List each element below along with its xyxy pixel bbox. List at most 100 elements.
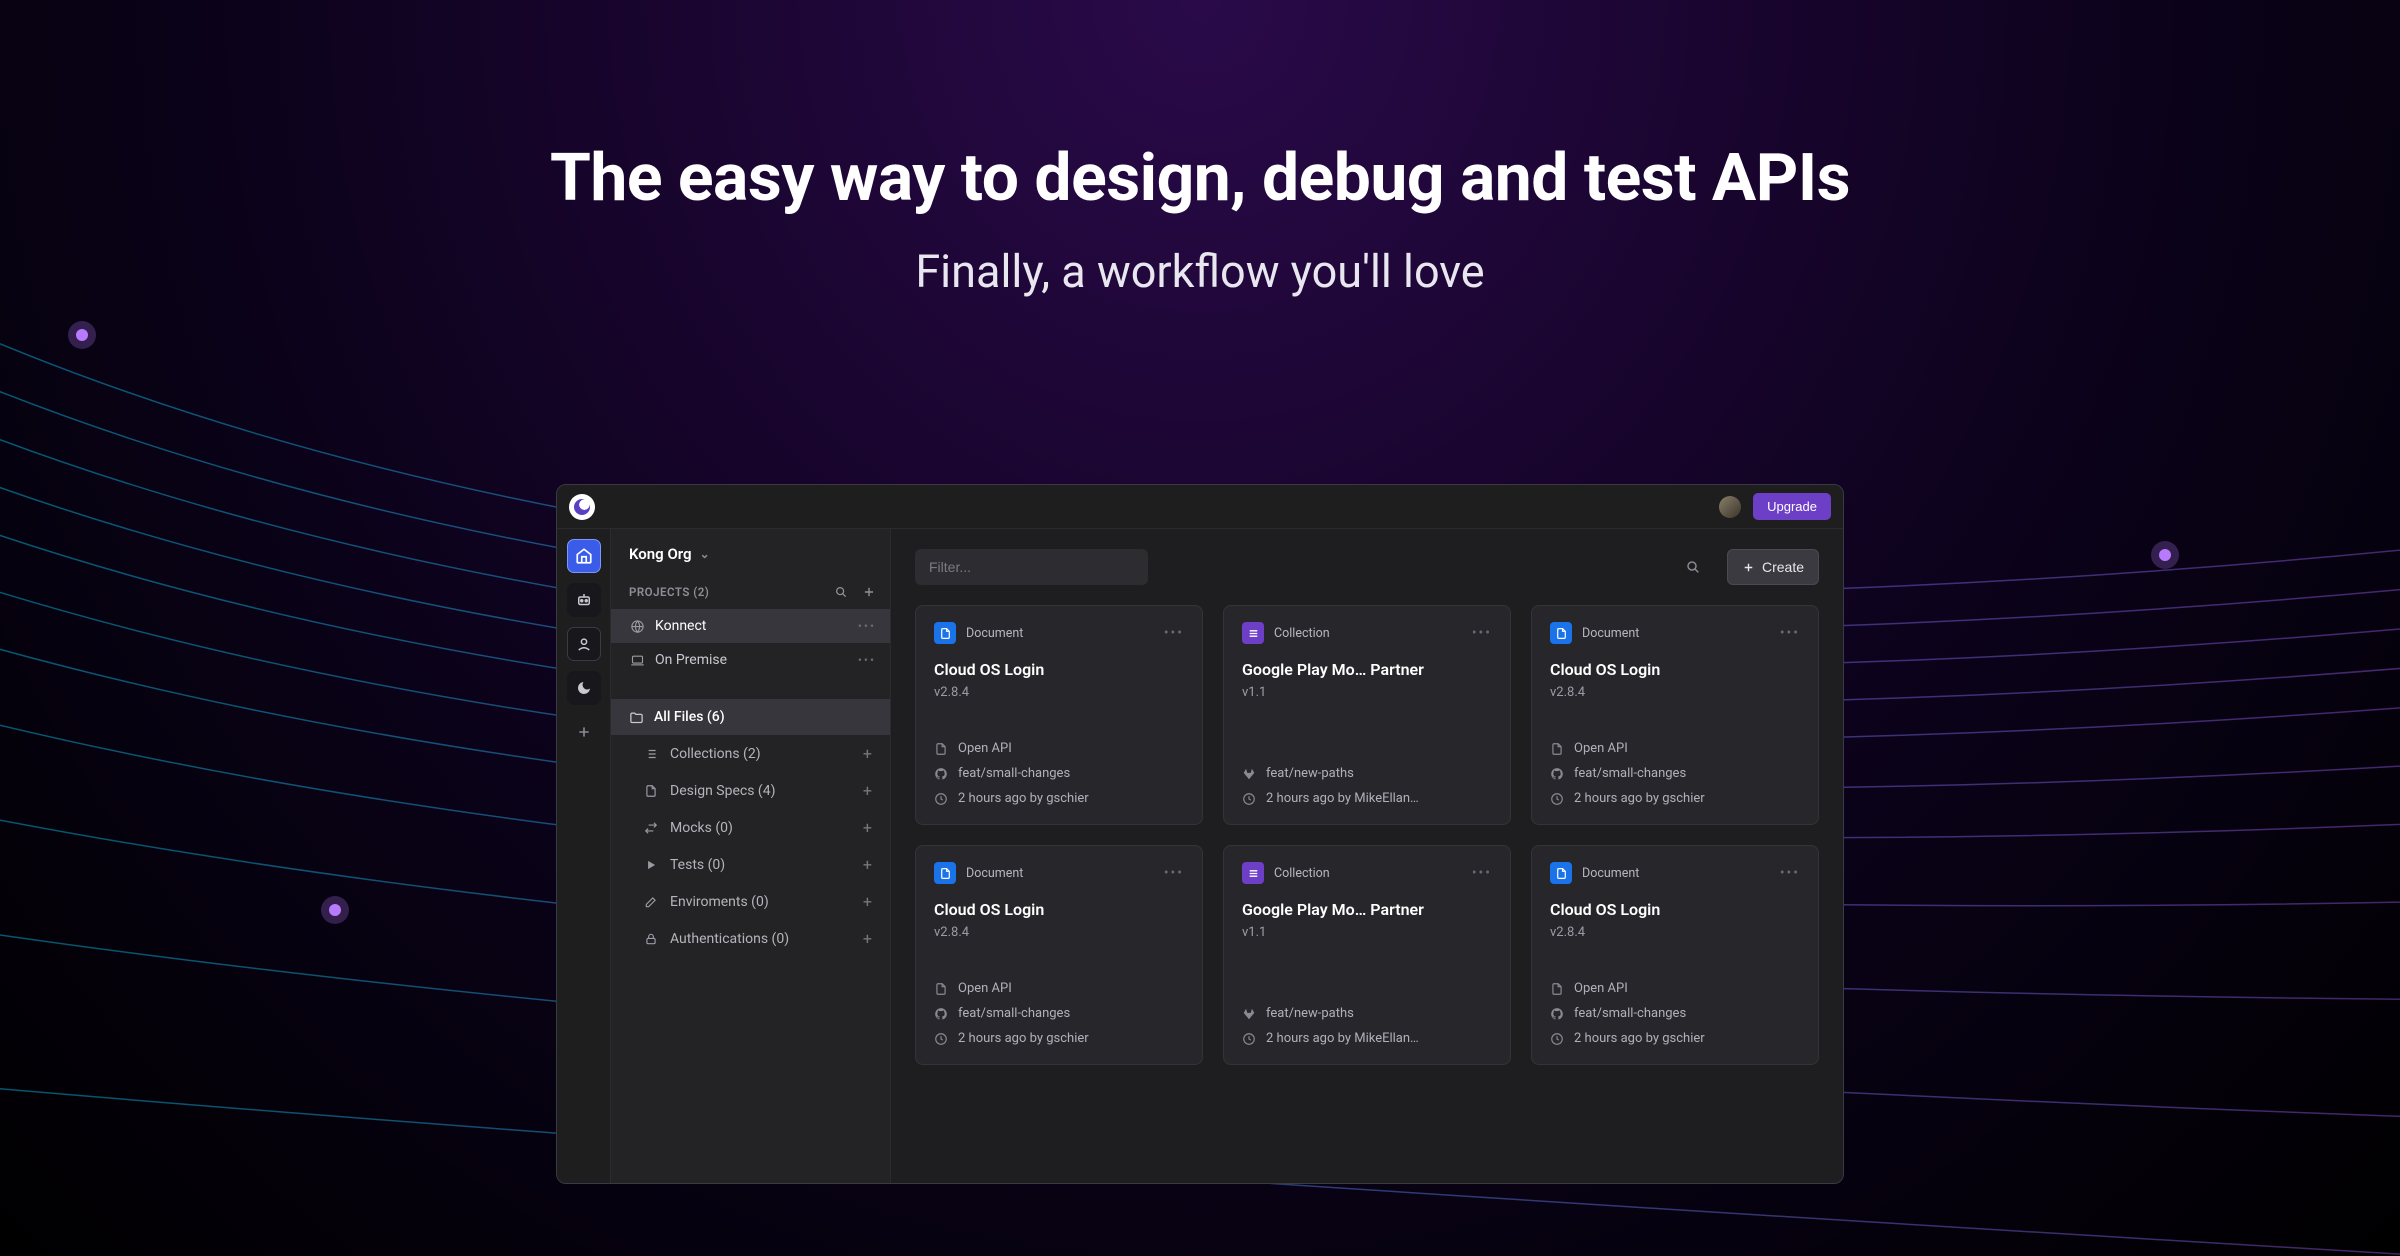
rail-theme-icon[interactable] (567, 671, 601, 705)
projects-search-icon[interactable] (834, 585, 848, 599)
card-title: Google Play Mo… Partner (1242, 660, 1492, 679)
project-more-icon[interactable]: ••• (858, 619, 876, 633)
card-more-icon[interactable]: ••• (1780, 865, 1800, 881)
main-area: Create Document ••• Cloud OS Login v2.8.… (891, 529, 1843, 1183)
hero-title: The easy way to design, debug and test A… (0, 140, 2400, 217)
card-type-label: Document (966, 626, 1023, 641)
filter-input[interactable] (915, 549, 1148, 585)
project-item[interactable]: Konnect••• (611, 609, 890, 643)
card-more-icon[interactable]: ••• (1164, 865, 1184, 881)
card-timestamp: 2 hours ago by gschier (958, 1031, 1089, 1046)
globe-icon (629, 619, 645, 634)
collection-icon (1242, 862, 1264, 884)
tree-add-icon[interactable]: + (863, 929, 872, 948)
tree-item[interactable]: Mocks (0)+ (611, 809, 890, 846)
card-timestamp: 2 hours ago by MikeEllan… (1266, 1031, 1419, 1046)
org-name: Kong Org (629, 545, 692, 563)
card-more-icon[interactable]: ••• (1472, 865, 1492, 881)
tree-add-icon[interactable]: + (863, 818, 872, 837)
file-card[interactable]: Collection ••• Google Play Mo… Partner v… (1223, 605, 1511, 825)
github-icon (934, 767, 949, 781)
document-icon (1550, 622, 1572, 644)
card-spec: Open API (958, 741, 1012, 756)
card-more-icon[interactable]: ••• (1780, 625, 1800, 641)
card-timestamp: 2 hours ago by gschier (958, 791, 1089, 806)
lock-icon (643, 932, 659, 946)
app-window: Upgrade Kong Org ⌄ (556, 484, 1844, 1184)
tree-add-icon[interactable]: + (863, 855, 872, 874)
github-icon (1550, 767, 1565, 781)
titlebar: Upgrade (557, 485, 1843, 529)
card-type-label: Collection (1274, 866, 1330, 881)
swap-icon (643, 821, 659, 835)
clock-icon (934, 1032, 949, 1046)
card-title: Cloud OS Login (1550, 900, 1800, 919)
create-label: Create (1762, 559, 1804, 575)
upgrade-button[interactable]: Upgrade (1753, 493, 1831, 520)
card-version: v1.1 (1242, 685, 1492, 700)
card-title: Cloud OS Login (934, 660, 1184, 679)
tree-item[interactable]: Collections (2) + (611, 735, 890, 772)
card-version: v1.1 (1242, 925, 1492, 940)
project-item[interactable]: On Premise ••• (611, 643, 890, 677)
card-version: v2.8.4 (934, 685, 1184, 700)
tree-item-label: Design Specs (4) (670, 783, 775, 799)
tree-item-label: Tests (0) (670, 857, 725, 873)
card-branch: feat/small-changes (1574, 766, 1686, 781)
file-card[interactable]: Document ••• Cloud OS Login v2.8.4 Open … (915, 605, 1203, 825)
list-icon (643, 747, 659, 761)
card-branch: feat/small-changes (958, 1006, 1070, 1021)
card-type-label: Collection (1274, 626, 1330, 641)
file-card[interactable]: Collection ••• Google Play Mo… Partner v… (1223, 845, 1511, 1065)
card-more-icon[interactable]: ••• (1164, 625, 1184, 641)
card-title: Cloud OS Login (934, 900, 1184, 919)
create-button[interactable]: Create (1727, 549, 1819, 585)
tree-add-icon[interactable]: + (863, 892, 872, 911)
laptop-icon (629, 653, 645, 668)
file-card[interactable]: Document ••• Cloud OS Login v2.8.4 Open … (915, 845, 1203, 1065)
project-more-icon[interactable]: ••• (858, 653, 876, 667)
clock-icon (1242, 1032, 1257, 1046)
card-spec: Open API (1574, 741, 1628, 756)
file-card[interactable]: Document ••• Cloud OS Login v2.8.4 Open … (1531, 605, 1819, 825)
github-icon (934, 1007, 949, 1021)
user-avatar[interactable] (1719, 496, 1741, 518)
tree-item[interactable]: Tests (0) + (611, 846, 890, 883)
app-logo-icon (569, 494, 595, 520)
search-icon[interactable] (1685, 559, 1701, 575)
rail-bot-icon[interactable] (567, 583, 601, 617)
all-files-row[interactable]: All Files (6) (611, 699, 890, 735)
document-icon (934, 622, 956, 644)
rail-add-button[interactable] (567, 715, 601, 749)
tree-item-label: Collections (2) (670, 746, 761, 762)
projects-add-icon[interactable] (862, 585, 876, 599)
card-title: Cloud OS Login (1550, 660, 1800, 679)
card-timestamp: 2 hours ago by gschier (1574, 791, 1705, 806)
card-version: v2.8.4 (934, 925, 1184, 940)
tree-add-icon[interactable]: + (863, 744, 872, 763)
tree-add-icon[interactable]: + (863, 781, 872, 800)
card-branch: feat/small-changes (958, 766, 1070, 781)
rail-home-icon[interactable] (567, 539, 601, 573)
projects-header-label: PROJECTS (2) (629, 585, 709, 599)
tree-item-label: Authentications (0) (670, 931, 789, 947)
file-icon (934, 982, 949, 996)
file-icon (1550, 742, 1565, 756)
card-more-icon[interactable]: ••• (1472, 625, 1492, 641)
file-card[interactable]: Document ••• Cloud OS Login v2.8.4 Open … (1531, 845, 1819, 1065)
tree-item[interactable]: Design Specs (4) + (611, 772, 890, 809)
clock-icon (1550, 1032, 1565, 1046)
chevron-down-icon: ⌄ (700, 547, 710, 561)
card-type-label: Document (1582, 626, 1639, 641)
gitlab-icon (1242, 1007, 1257, 1021)
card-type-label: Document (1582, 866, 1639, 881)
tree-item[interactable]: Authentications (0) + (611, 920, 890, 957)
edit-icon (643, 895, 659, 909)
tree-item[interactable]: Enviroments (0) + (611, 883, 890, 920)
folder-icon (629, 710, 644, 725)
project-label: On Premise (655, 652, 727, 668)
rail-workspace-icon[interactable] (567, 627, 601, 661)
org-switcher[interactable]: Kong Org ⌄ (611, 529, 890, 575)
tree-item-label: Enviroments (0) (670, 894, 769, 910)
hero-subtitle: Finally, a workflow you'll love (0, 245, 2400, 298)
